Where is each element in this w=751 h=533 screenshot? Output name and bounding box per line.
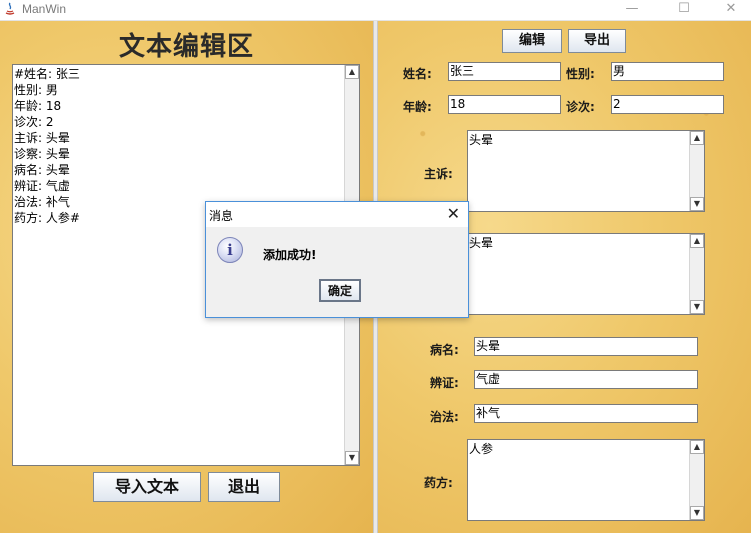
window-title: ManWin <box>22 2 67 16</box>
close-window-button[interactable]: ✕ <box>711 0 751 20</box>
minimize-button[interactable]: — <box>612 0 652 20</box>
prescription-label: 药方: <box>424 476 453 490</box>
text-edit-title: 文本编辑区 <box>118 32 254 62</box>
prescription-textarea[interactable]: 人参 ▲ ▼ <box>467 439 705 521</box>
maximize-button[interactable]: ☐ <box>664 0 704 20</box>
window-titlebar: ManWin — ☐ ✕ <box>0 0 751 21</box>
gender-field[interactable]: 男 <box>611 62 724 81</box>
ok-button[interactable]: 确定 <box>319 279 361 302</box>
syndrome-field[interactable]: 气虚 <box>474 370 698 389</box>
dialog-close-icon[interactable]: ✕ <box>447 204 460 224</box>
gender-label: 性别: <box>566 67 595 81</box>
dialog-message: 添加成功! <box>263 248 317 262</box>
prescription-scrollbar[interactable]: ▲ ▼ <box>689 440 704 520</box>
chief-complaint-label: 主诉: <box>424 167 453 181</box>
dialog-header: 消息 ✕ <box>206 202 468 227</box>
exit-button[interactable]: 退出 <box>208 472 280 502</box>
java-app-icon <box>5 2 15 15</box>
therapy-field[interactable]: 补气 <box>474 404 698 423</box>
scroll-up-arrow-icon[interactable]: ▲ <box>345 65 359 79</box>
examination-textarea[interactable]: 头晕 ▲ ▼ <box>467 233 705 315</box>
name-field[interactable]: 张三 <box>448 62 561 81</box>
scroll-down-arrow-icon[interactable]: ▼ <box>690 506 704 520</box>
disease-field[interactable]: 头晕 <box>474 337 698 356</box>
chief-complaint-scrollbar[interactable]: ▲ ▼ <box>689 131 704 211</box>
chief-complaint-text[interactable]: 头晕 <box>469 132 688 210</box>
export-button[interactable]: 导出 <box>568 29 626 53</box>
message-dialog: 消息 ✕ i 添加成功! 确定 <box>205 201 469 318</box>
visit-count-label: 诊次: <box>566 100 595 114</box>
import-text-button[interactable]: 导入文本 <box>93 472 201 502</box>
examination-text[interactable]: 头晕 <box>469 235 688 313</box>
scroll-down-arrow-icon[interactable]: ▼ <box>345 451 359 465</box>
scroll-down-arrow-icon[interactable]: ▼ <box>690 197 704 211</box>
therapy-label: 治法: <box>430 410 459 424</box>
examination-scrollbar[interactable]: ▲ ▼ <box>689 234 704 314</box>
age-field[interactable]: 18 <box>448 95 561 114</box>
syndrome-label: 辨证: <box>430 376 459 390</box>
age-label: 年龄: <box>403 100 432 114</box>
dialog-title: 消息 <box>209 209 234 223</box>
scroll-up-arrow-icon[interactable]: ▲ <box>690 131 704 145</box>
prescription-text[interactable]: 人参 <box>469 441 688 519</box>
edit-button[interactable]: 编辑 <box>502 29 562 53</box>
disease-label: 病名: <box>430 343 459 357</box>
info-icon: i <box>217 237 243 263</box>
scroll-down-arrow-icon[interactable]: ▼ <box>690 300 704 314</box>
scroll-up-arrow-icon[interactable]: ▲ <box>690 440 704 454</box>
chief-complaint-textarea[interactable]: 头晕 ▲ ▼ <box>467 130 705 212</box>
scroll-up-arrow-icon[interactable]: ▲ <box>690 234 704 248</box>
name-label: 姓名: <box>403 67 432 81</box>
visit-count-field[interactable]: 2 <box>611 95 724 114</box>
